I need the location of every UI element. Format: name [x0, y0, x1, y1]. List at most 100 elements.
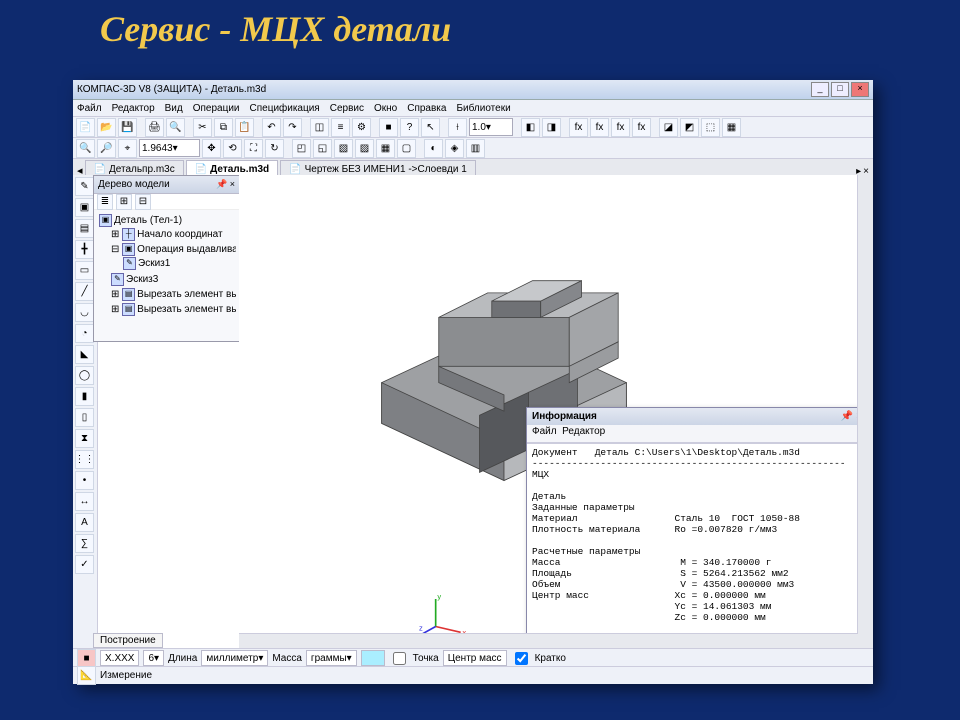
model-tree[interactable]: ▣Деталь (Тел-1) ⊞ ┼Начало координат ⊟ ▣О… [94, 210, 239, 321]
box-icon[interactable]: ◫ [310, 118, 329, 137]
shade-icon[interactable]: ◐ [424, 139, 443, 158]
precision-field[interactable]: 6 ▾ [143, 650, 164, 666]
hscrollbar[interactable] [239, 633, 858, 649]
minimize-button[interactable]: _ [811, 82, 829, 97]
vscrollbar[interactable] [857, 175, 873, 649]
strip-param-icon[interactable]: ∑ [75, 534, 94, 553]
tool-icon[interactable]: ◨ [542, 118, 561, 137]
info-pin-icon[interactable]: 📌 [841, 411, 853, 422]
stop-icon[interactable]: ■ [379, 118, 398, 137]
strip-point-icon[interactable]: • [75, 471, 94, 490]
tree-cut2[interactable]: Вырезать элемент выдав [137, 304, 236, 315]
info-text[interactable] [527, 443, 867, 638]
ex3-icon[interactable]: ⬚ [701, 118, 720, 137]
strip-chamfer-icon[interactable]: ◣ [75, 345, 94, 364]
menu-window[interactable]: Окно [374, 103, 397, 114]
perspect-icon[interactable]: ◧ [521, 118, 540, 137]
format-field[interactable]: X.XXX [100, 650, 139, 666]
tree-origin[interactable]: Начало координат [137, 229, 222, 240]
menu-specification[interactable]: Спецификация [250, 103, 320, 114]
wireframe-icon[interactable]: ▢ [397, 139, 416, 158]
tree-sketch3[interactable]: Эскиз3 [126, 274, 158, 285]
maximize-button[interactable]: □ [831, 82, 849, 97]
view1-icon[interactable]: ◰ [292, 139, 311, 158]
measure-icon[interactable]: 📐 [77, 666, 96, 685]
pointer-icon[interactable]: ↖ [421, 118, 440, 137]
layers-icon[interactable]: ≡ [331, 118, 350, 137]
strip-axis-icon[interactable]: ╋ [75, 240, 94, 259]
fit-icon[interactable]: ⛶ [244, 139, 263, 158]
strip-rib-icon[interactable]: ▮ [75, 387, 94, 406]
3d-viewport[interactable]: x y z Информация📌 × Файл Редактор [239, 175, 873, 649]
grad-icon[interactable]: ▥ [466, 139, 485, 158]
strip-sketch-icon[interactable]: ✎ [75, 177, 94, 196]
menu-view[interactable]: Вид [165, 103, 183, 114]
tree-sketch1[interactable]: Эскиз1 [138, 258, 170, 269]
tree-btn3-icon[interactable]: ⊟ [135, 194, 151, 210]
point-check[interactable] [393, 652, 406, 665]
zoomin-icon[interactable]: 🔍 [76, 139, 95, 158]
render3-icon[interactable]: ▦ [376, 139, 395, 158]
pan-icon[interactable]: ✥ [202, 139, 221, 158]
close-button[interactable]: × [851, 82, 869, 97]
redo-icon[interactable]: ↷ [283, 118, 302, 137]
menu-edit[interactable]: Редактор [112, 103, 155, 114]
tree-cut1[interactable]: Вырезать элемент выдав [137, 289, 236, 300]
fx4-icon[interactable]: fx [632, 118, 651, 137]
strip-arc-icon[interactable]: ◡ [75, 303, 94, 322]
mass-unit[interactable]: граммы ▾ [306, 650, 357, 666]
open-icon[interactable]: 📂 [97, 118, 116, 137]
info-menu-file[interactable]: Файл [532, 426, 557, 437]
measure-tab[interactable]: Измерение [100, 670, 152, 681]
ex4-icon[interactable]: ▦ [722, 118, 741, 137]
strip-array-icon[interactable]: ⋮⋮ [75, 450, 94, 469]
menu-service[interactable]: Сервис [330, 103, 364, 114]
new-icon[interactable]: 📄 [76, 118, 95, 137]
build-tab[interactable]: Построение [93, 633, 163, 649]
undo-icon[interactable]: ↶ [262, 118, 281, 137]
tree-root[interactable]: Деталь (Тел-1) [114, 215, 182, 226]
iso-icon[interactable]: ◈ [445, 139, 464, 158]
strip-check-icon[interactable]: ✓ [75, 555, 94, 574]
strip-mirror-icon[interactable]: ⧗ [75, 429, 94, 448]
strip-shell-icon[interactable]: ▯ [75, 408, 94, 427]
paste-icon[interactable]: 📋 [235, 118, 254, 137]
strip-cut-icon[interactable]: ▤ [75, 219, 94, 238]
strip-dim-icon[interactable]: ↔ [75, 492, 94, 511]
menu-operations[interactable]: Операции [193, 103, 240, 114]
color-swatch[interactable] [361, 650, 385, 666]
zoomout-icon[interactable]: 🔎 [97, 139, 116, 158]
zoomarea-icon[interactable]: ⌖ [118, 139, 137, 158]
save-icon[interactable]: 💾 [118, 118, 137, 137]
ruler-icon[interactable]: ⟊ [448, 118, 467, 137]
stop-icon[interactable]: ■ [77, 649, 96, 668]
brief-check[interactable] [515, 652, 528, 665]
strip-plane-icon[interactable]: ▭ [75, 261, 94, 280]
view2-icon[interactable]: ◱ [313, 139, 332, 158]
print-icon[interactable]: 🖨 [145, 118, 164, 137]
ex2-icon[interactable]: ◩ [680, 118, 699, 137]
zoom-combo[interactable]: 1.0 ▾ [469, 118, 513, 136]
copy-icon[interactable]: ⧉ [214, 118, 233, 137]
ex1-icon[interactable]: ◪ [659, 118, 678, 137]
preview-icon[interactable]: 🔍 [166, 118, 185, 137]
fx3-icon[interactable]: fx [611, 118, 630, 137]
tree-btn2-icon[interactable]: ⊞ [116, 194, 132, 210]
tree-btn1-icon[interactable]: ≣ [97, 194, 113, 210]
strip-hole-icon[interactable]: ◯ [75, 366, 94, 385]
centermass-button[interactable]: Центр масс [443, 650, 507, 666]
strip-text-icon[interactable]: A [75, 513, 94, 532]
strip-fillet-icon[interactable]: ◔ [75, 324, 94, 343]
render2-icon[interactable]: ▨ [355, 139, 374, 158]
props-icon[interactable]: ⚙ [352, 118, 371, 137]
menu-help[interactable]: Справка [407, 103, 446, 114]
pin-icon[interactable]: 📌 × [216, 179, 235, 190]
scale-combo[interactable]: 1.9643 ▾ [139, 139, 200, 157]
rotate-icon[interactable]: ⟲ [223, 139, 242, 158]
menu-file[interactable]: Файл [77, 103, 102, 114]
fx1-icon[interactable]: fx [569, 118, 588, 137]
strip-extrude-icon[interactable]: ▣ [75, 198, 94, 217]
render1-icon[interactable]: ▧ [334, 139, 353, 158]
help-icon[interactable]: ? [400, 118, 419, 137]
menu-libraries[interactable]: Библиотеки [456, 103, 510, 114]
